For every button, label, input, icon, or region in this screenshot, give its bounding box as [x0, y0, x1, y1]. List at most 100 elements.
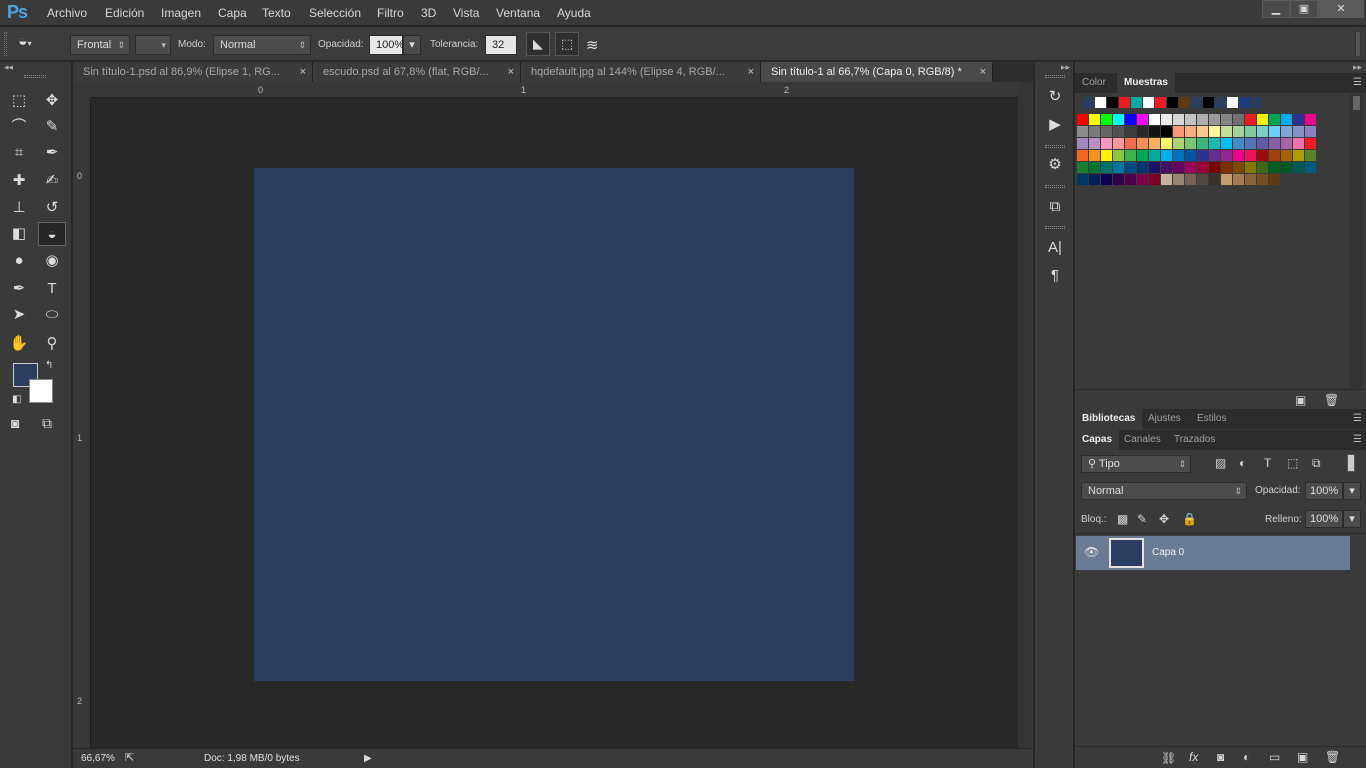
- color-swatch[interactable]: [1209, 174, 1220, 185]
- color-swatch[interactable]: [1077, 126, 1088, 137]
- new-swatch-icon[interactable]: ▣: [1295, 393, 1306, 407]
- filter-pixel-icon[interactable]: ▨: [1215, 456, 1226, 470]
- new-layer-icon[interactable]: ▣: [1297, 750, 1308, 764]
- info-icon[interactable]: ⚙: [1043, 154, 1067, 176]
- color-swatch[interactable]: [1233, 126, 1244, 137]
- color-swatch[interactable]: [1077, 150, 1088, 161]
- move-icon[interactable]: ✥: [38, 89, 66, 113]
- color-swatch[interactable]: [1089, 126, 1100, 137]
- color-swatch[interactable]: [1149, 162, 1160, 173]
- color-swatch[interactable]: [1305, 126, 1316, 137]
- color-swatch[interactable]: [1113, 126, 1124, 137]
- menu-vista[interactable]: Vista: [453, 6, 479, 20]
- paint-bucket-preset-icon[interactable]: ◒▾: [18, 33, 32, 51]
- color-swatch[interactable]: [1233, 174, 1244, 185]
- fill-source-select[interactable]: Frontal ⇕: [70, 35, 130, 55]
- color-swatch[interactable]: [1125, 114, 1136, 125]
- color-swatch[interactable]: [1197, 138, 1208, 149]
- healing-brush-icon[interactable]: ✚: [5, 169, 33, 193]
- color-swatch[interactable]: [1101, 174, 1112, 185]
- color-swatch[interactable]: [1101, 150, 1112, 161]
- color-swatch[interactable]: [1269, 174, 1280, 185]
- color-swatch[interactable]: [1293, 126, 1304, 137]
- tab-swatches[interactable]: Muestras: [1117, 73, 1175, 93]
- color-swatch[interactable]: [1245, 150, 1256, 161]
- color-swatch[interactable]: [1173, 138, 1184, 149]
- crop-icon[interactable]: ⌗: [5, 141, 33, 165]
- recent-swatch[interactable]: [1203, 97, 1214, 108]
- color-swatch[interactable]: [1185, 174, 1196, 185]
- paragraph-icon[interactable]: ¶: [1043, 265, 1067, 287]
- filter-adjustment-icon[interactable]: ◐: [1239, 456, 1246, 470]
- dock-grip[interactable]: [1045, 185, 1065, 188]
- tolerance-input[interactable]: 32: [485, 35, 517, 55]
- visibility-eye-icon[interactable]: 👁: [1084, 545, 1099, 559]
- lock-position-icon[interactable]: ✥: [1159, 512, 1169, 526]
- color-swatch[interactable]: [1197, 126, 1208, 137]
- recent-swatch[interactable]: [1167, 97, 1178, 108]
- recent-swatch[interactable]: [1155, 97, 1166, 108]
- filter-toggle[interactable]: [1347, 454, 1355, 472]
- tab-adjustments[interactable]: Ajustes: [1141, 409, 1188, 429]
- layer-opacity-input[interactable]: 100%: [1305, 482, 1343, 500]
- hand-icon[interactable]: ✋: [5, 332, 33, 356]
- color-swatch[interactable]: [1077, 162, 1088, 173]
- color-swatch[interactable]: [1269, 126, 1280, 137]
- dock-grip[interactable]: [1045, 226, 1065, 229]
- color-swatch[interactable]: [1257, 138, 1268, 149]
- eyedropper-icon[interactable]: ✒: [38, 141, 66, 165]
- color-swatch[interactable]: [1233, 138, 1244, 149]
- color-swatch[interactable]: [1173, 114, 1184, 125]
- recent-swatch[interactable]: [1191, 97, 1202, 108]
- color-swatch[interactable]: [1197, 114, 1208, 125]
- color-swatch[interactable]: [1209, 138, 1220, 149]
- layer-name[interactable]: Capa 0: [1152, 547, 1184, 558]
- color-swatch[interactable]: [1305, 162, 1316, 173]
- color-swatch[interactable]: [1269, 150, 1280, 161]
- color-swatch[interactable]: [1293, 162, 1304, 173]
- trash-icon[interactable]: 🗑: [1325, 750, 1340, 764]
- brush-icon[interactable]: ✍: [38, 169, 66, 193]
- color-swatch[interactable]: [1137, 150, 1148, 161]
- recent-swatch[interactable]: [1251, 97, 1262, 108]
- color-swatch[interactable]: [1269, 138, 1280, 149]
- color-swatch[interactable]: [1257, 150, 1268, 161]
- filter-smart-object-icon[interactable]: ⧉: [1312, 456, 1321, 471]
- history-icon[interactable]: ↻: [1043, 86, 1067, 108]
- color-swatch[interactable]: [1161, 162, 1172, 173]
- panel-menu-icon[interactable]: ☰: [1353, 434, 1362, 445]
- color-swatch[interactable]: [1257, 114, 1268, 125]
- default-colors-icon[interactable]: ◧: [12, 394, 21, 405]
- clone-source-icon[interactable]: ⧉: [1043, 196, 1067, 218]
- color-swatch[interactable]: [1125, 174, 1136, 185]
- restore-button[interactable]: ▣: [1290, 0, 1318, 18]
- color-swatch[interactable]: [1221, 126, 1232, 137]
- menu-filtro[interactable]: Filtro: [377, 6, 404, 20]
- color-swatch[interactable]: [1281, 150, 1292, 161]
- swap-colors-icon[interactable]: ↰: [45, 360, 53, 371]
- color-swatch[interactable]: [1137, 138, 1148, 149]
- fx-icon[interactable]: fx: [1189, 750, 1198, 764]
- all-layers-icon[interactable]: ≋: [586, 36, 599, 54]
- adjustment-layer-icon[interactable]: ◐: [1243, 750, 1250, 764]
- color-swatch[interactable]: [1137, 126, 1148, 137]
- color-swatch[interactable]: [1257, 126, 1268, 137]
- lock-transparency-icon[interactable]: ▩: [1117, 512, 1128, 526]
- screen-mode-icon[interactable]: ⧉: [42, 415, 52, 432]
- tab-paths[interactable]: Trazados: [1167, 430, 1222, 450]
- color-swatch[interactable]: [1281, 138, 1292, 149]
- color-swatch[interactable]: [1209, 126, 1220, 137]
- quick-select-icon[interactable]: ✎: [38, 115, 66, 139]
- color-swatch[interactable]: [1221, 162, 1232, 173]
- color-swatch[interactable]: [1149, 174, 1160, 185]
- menu-archivo[interactable]: Archivo: [47, 6, 87, 20]
- contiguous-toggle[interactable]: ⬚: [555, 32, 579, 56]
- color-swatch[interactable]: [1257, 162, 1268, 173]
- color-swatch[interactable]: [1185, 150, 1196, 161]
- color-swatch[interactable]: [1221, 138, 1232, 149]
- color-swatch[interactable]: [1089, 162, 1100, 173]
- quick-mask-icon[interactable]: ◙: [11, 415, 19, 431]
- close-window-button[interactable]: ✕: [1318, 0, 1364, 18]
- layer-fill-dropdown[interactable]: ▾: [1343, 510, 1361, 528]
- tab-doc-3[interactable]: hqdefault.jpg al 144% (Elipse 4, RGB/...…: [521, 62, 761, 82]
